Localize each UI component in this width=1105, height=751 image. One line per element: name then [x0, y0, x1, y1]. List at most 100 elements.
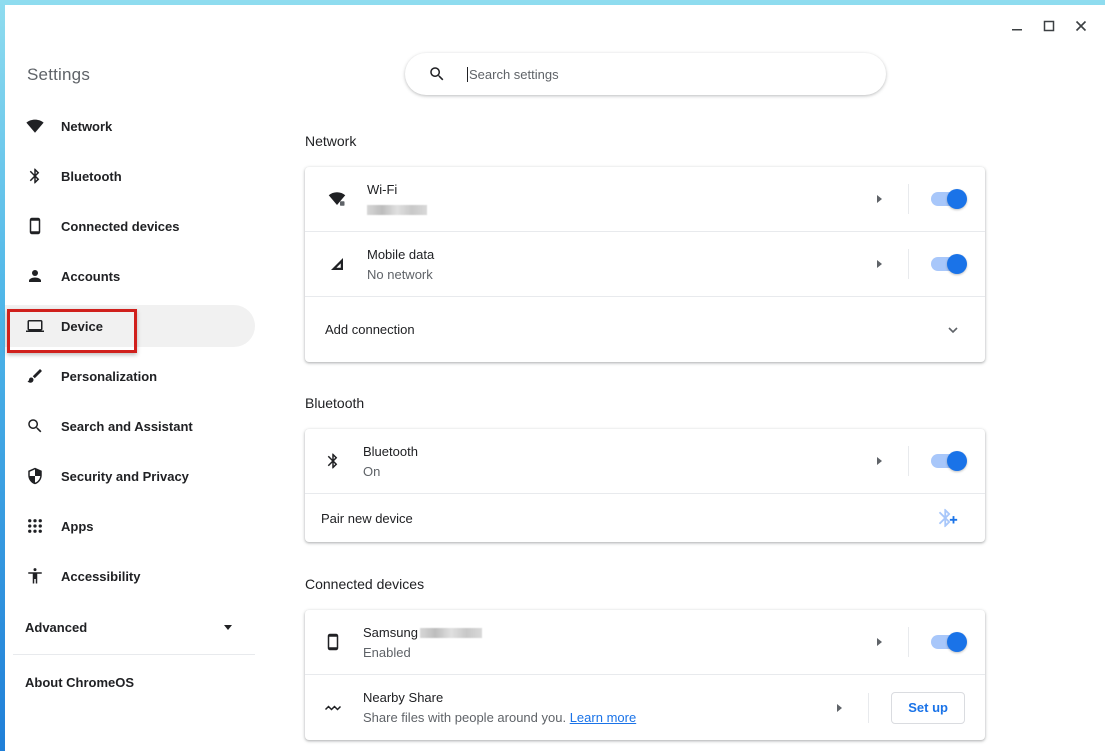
search-icon: [25, 416, 45, 436]
nearby-share-text: Nearby Share Share files with people aro…: [363, 690, 837, 725]
separator: [908, 184, 909, 214]
bluetooth-add-icon[interactable]: [937, 507, 959, 529]
person-icon: [25, 266, 45, 286]
phone-icon: [323, 632, 343, 652]
sidebar-item-label: Network: [61, 118, 113, 134]
sidebar-item-device[interactable]: Device: [5, 305, 255, 347]
sidebar-item-network[interactable]: Network: [5, 105, 255, 147]
toggle-knob: [947, 632, 967, 652]
mobile-data-row[interactable]: Mobile data No network: [305, 232, 985, 297]
wifi-row[interactable]: Wi-Fi: [305, 167, 985, 232]
phone-status: Enabled: [363, 644, 411, 660]
bluetooth-details-arrow-icon[interactable]: [877, 457, 882, 465]
mobile-data-status: No network: [367, 266, 433, 282]
laptop-icon: [25, 316, 45, 336]
sidebar-nav: Network Bluetooth Connected devices Acco…: [5, 105, 255, 605]
minimize-icon: [1012, 29, 1022, 31]
wifi-icon: [25, 116, 45, 136]
advanced-label: Advanced: [25, 619, 88, 635]
phone-hub-row[interactable]: Samsung Enabled: [305, 610, 985, 675]
sidebar-title: Settings: [27, 65, 91, 84]
wifi-details-arrow-icon[interactable]: [877, 195, 882, 203]
separator: [908, 249, 909, 279]
bluetooth-text: Bluetooth On: [363, 444, 877, 479]
sidebar-item-label: Accessibility: [61, 568, 141, 584]
sidebar-item-personalization[interactable]: Personalization: [5, 355, 255, 397]
toggle-knob: [947, 189, 967, 209]
bluetooth-section-title: Bluetooth: [305, 395, 365, 411]
apps-grid-icon: [25, 516, 45, 536]
shield-icon: [25, 466, 45, 486]
sidebar-item-label: Personalization: [61, 368, 158, 384]
toggle-knob: [947, 451, 967, 471]
brush-icon: [25, 366, 45, 386]
nearby-share-description: Share files with people around you. Lear…: [363, 710, 837, 725]
maximize-icon: [1043, 20, 1055, 32]
sidebar-item-label: Bluetooth: [61, 168, 122, 184]
sidebar-item-label: Accounts: [61, 268, 121, 284]
phone-details-arrow-icon[interactable]: [877, 638, 882, 646]
phone-icon: [25, 216, 45, 236]
minimize-button[interactable]: [1001, 15, 1033, 37]
wifi-title: Wi-Fi: [367, 181, 398, 197]
set-up-button[interactable]: Set up: [891, 691, 965, 724]
network-card: Wi-Fi Mobile data No network Add connect…: [305, 167, 985, 362]
separator: [908, 446, 909, 476]
close-button[interactable]: [1065, 15, 1097, 37]
nearby-share-icon: [323, 698, 343, 718]
sidebar-divider: [13, 654, 255, 655]
search-box[interactable]: [405, 53, 886, 95]
add-connection-row[interactable]: Add connection: [305, 297, 985, 362]
settings-window: Settings Network Bluetooth Connected dev…: [5, 5, 1105, 751]
connected-devices-section-title: Connected devices: [305, 576, 425, 592]
pair-new-device-row[interactable]: Pair new device: [305, 494, 985, 542]
phone-model-redacted: [419, 628, 482, 639]
toggle-knob: [947, 254, 967, 274]
sidebar-item-label: Security and Privacy: [61, 468, 189, 484]
caret-down-icon: [224, 624, 232, 630]
connected-devices-card: Samsung Enabled Nearby Share Share files…: [305, 610, 985, 740]
advanced-toggle[interactable]: Advanced: [25, 615, 240, 639]
nearby-share-row[interactable]: Nearby Share Share files with people aro…: [305, 675, 985, 740]
sidebar-item-connected-devices[interactable]: Connected devices: [5, 205, 255, 247]
sidebar-item-label: Apps: [61, 518, 94, 534]
phone-toggle[interactable]: [931, 632, 967, 652]
sidebar-item-label: Search and Assistant: [61, 418, 193, 434]
bluetooth-toggle[interactable]: [931, 451, 967, 471]
search-icon: [427, 64, 447, 84]
mobile-data-title: Mobile data: [367, 246, 435, 262]
sidebar-item-search-and-assistant[interactable]: Search and Assistant: [5, 405, 255, 447]
sidebar-item-accounts[interactable]: Accounts: [5, 255, 255, 297]
wifi-toggle[interactable]: [931, 189, 967, 209]
bluetooth-status: On: [363, 463, 381, 479]
chevron-down-icon[interactable]: [947, 324, 959, 336]
network-section-title: Network: [305, 133, 357, 149]
bluetooth-row[interactable]: Bluetooth On: [305, 429, 985, 494]
phone-hub-text: Samsung Enabled: [363, 625, 877, 660]
add-connection-label: Add connection: [325, 322, 415, 337]
sidebar-item-apps[interactable]: Apps: [5, 505, 255, 547]
window-controls: [1001, 15, 1097, 37]
separator: [868, 692, 870, 723]
search-input[interactable]: [467, 66, 847, 82]
sidebar-item-security-and-privacy[interactable]: Security and Privacy: [5, 455, 255, 497]
accessibility-icon: [25, 566, 45, 586]
learn-more-link[interactable]: Learn more: [570, 710, 636, 725]
pair-new-device-label: Pair new device: [321, 510, 413, 526]
bluetooth-title: Bluetooth: [363, 443, 418, 459]
bluetooth-icon: [25, 166, 45, 186]
sidebar-item-label: Device: [61, 318, 103, 334]
bluetooth-card: Bluetooth On Pair new device: [305, 429, 985, 542]
sidebar-item-bluetooth[interactable]: Bluetooth: [5, 155, 255, 197]
mobile-data-details-arrow-icon[interactable]: [877, 260, 882, 268]
wifi-network-name-redacted: [367, 202, 877, 217]
wifi-lock-icon: [327, 189, 347, 209]
about-chromeos-link[interactable]: About ChromeOS: [25, 675, 134, 690]
sidebar-item-label: Connected devices: [61, 218, 180, 234]
maximize-button[interactable]: [1033, 15, 1065, 37]
sidebar-item-accessibility[interactable]: Accessibility: [5, 555, 255, 597]
mobile-data-toggle[interactable]: [931, 254, 967, 274]
separator: [908, 627, 909, 657]
close-icon: [1075, 20, 1087, 32]
nearby-share-details-arrow-icon[interactable]: [837, 703, 843, 712]
